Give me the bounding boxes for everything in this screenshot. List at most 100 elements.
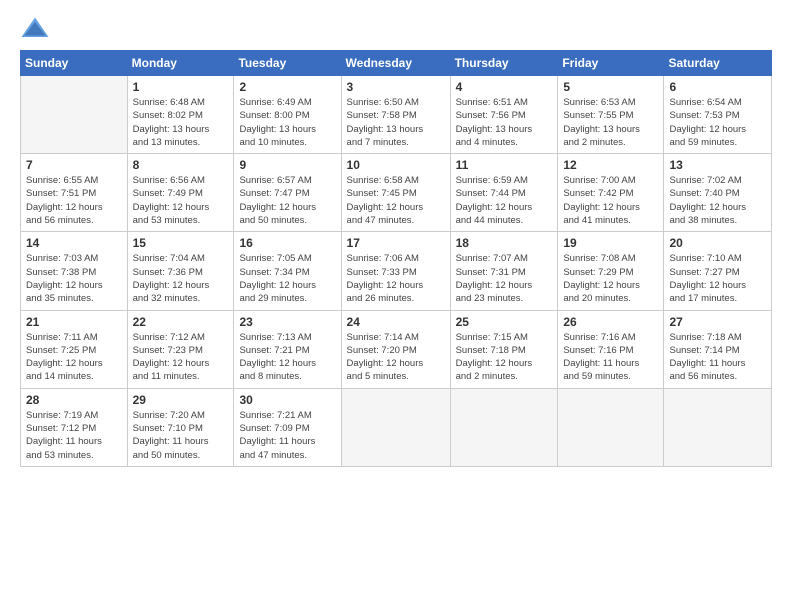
day-info: Sunrise: 6:57 AM Sunset: 7:47 PM Dayligh… <box>239 174 335 227</box>
calendar-cell: 7 Sunrise: 6:55 AM Sunset: 7:51 PM Daylig… <box>21 154 128 232</box>
calendar-week-5: 28 Sunrise: 7:19 AM Sunset: 7:12 PM Dayli… <box>21 388 772 466</box>
calendar-cell: 23 Sunrise: 7:13 AM Sunset: 7:21 PM Dayli… <box>234 310 341 388</box>
calendar-cell: 22 Sunrise: 7:12 AM Sunset: 7:23 PM Dayli… <box>127 310 234 388</box>
calendar-header-saturday: Saturday <box>664 51 772 76</box>
calendar-cell: 5 Sunrise: 6:53 AM Sunset: 7:55 PM Daylig… <box>558 76 664 154</box>
calendar-cell: 2 Sunrise: 6:49 AM Sunset: 8:00 PM Daylig… <box>234 76 341 154</box>
logo <box>20 16 54 40</box>
day-number: 14 <box>26 236 122 250</box>
calendar-cell: 28 Sunrise: 7:19 AM Sunset: 7:12 PM Dayli… <box>21 388 128 466</box>
day-number: 15 <box>133 236 229 250</box>
day-info: Sunrise: 6:55 AM Sunset: 7:51 PM Dayligh… <box>26 174 122 227</box>
day-number: 30 <box>239 393 335 407</box>
calendar-cell <box>664 388 772 466</box>
day-info: Sunrise: 6:59 AM Sunset: 7:44 PM Dayligh… <box>456 174 553 227</box>
day-number: 25 <box>456 315 553 329</box>
day-info: Sunrise: 7:14 AM Sunset: 7:20 PM Dayligh… <box>347 331 445 384</box>
calendar-header-monday: Monday <box>127 51 234 76</box>
day-number: 19 <box>563 236 658 250</box>
calendar-cell: 21 Sunrise: 7:11 AM Sunset: 7:25 PM Dayli… <box>21 310 128 388</box>
calendar-cell: 18 Sunrise: 7:07 AM Sunset: 7:31 PM Dayli… <box>450 232 558 310</box>
day-info: Sunrise: 7:12 AM Sunset: 7:23 PM Dayligh… <box>133 331 229 384</box>
day-info: Sunrise: 7:15 AM Sunset: 7:18 PM Dayligh… <box>456 331 553 384</box>
day-number: 2 <box>239 80 335 94</box>
day-info: Sunrise: 7:11 AM Sunset: 7:25 PM Dayligh… <box>26 331 122 384</box>
day-info: Sunrise: 7:07 AM Sunset: 7:31 PM Dayligh… <box>456 252 553 305</box>
day-info: Sunrise: 6:53 AM Sunset: 7:55 PM Dayligh… <box>563 96 658 149</box>
day-info: Sunrise: 7:08 AM Sunset: 7:29 PM Dayligh… <box>563 252 658 305</box>
day-info: Sunrise: 6:54 AM Sunset: 7:53 PM Dayligh… <box>669 96 766 149</box>
day-number: 8 <box>133 158 229 172</box>
calendar-cell <box>558 388 664 466</box>
day-number: 12 <box>563 158 658 172</box>
calendar-cell: 11 Sunrise: 6:59 AM Sunset: 7:44 PM Dayli… <box>450 154 558 232</box>
day-number: 5 <box>563 80 658 94</box>
day-number: 16 <box>239 236 335 250</box>
calendar-cell: 8 Sunrise: 6:56 AM Sunset: 7:49 PM Daylig… <box>127 154 234 232</box>
day-number: 28 <box>26 393 122 407</box>
calendar-header-thursday: Thursday <box>450 51 558 76</box>
calendar-week-3: 14 Sunrise: 7:03 AM Sunset: 7:38 PM Dayli… <box>21 232 772 310</box>
calendar-week-4: 21 Sunrise: 7:11 AM Sunset: 7:25 PM Dayli… <box>21 310 772 388</box>
day-info: Sunrise: 6:51 AM Sunset: 7:56 PM Dayligh… <box>456 96 553 149</box>
day-info: Sunrise: 7:19 AM Sunset: 7:12 PM Dayligh… <box>26 409 122 462</box>
day-number: 29 <box>133 393 229 407</box>
header <box>20 16 772 40</box>
calendar-cell: 4Sunrise: 6:51 AM Sunset: 7:56 PM Daylig… <box>450 76 558 154</box>
calendar-cell <box>341 388 450 466</box>
calendar-week-1: 1Sunrise: 6:48 AM Sunset: 8:02 PM Daylig… <box>21 76 772 154</box>
day-number: 17 <box>347 236 445 250</box>
day-info: Sunrise: 7:21 AM Sunset: 7:09 PM Dayligh… <box>239 409 335 462</box>
day-number: 23 <box>239 315 335 329</box>
day-info: Sunrise: 7:06 AM Sunset: 7:33 PM Dayligh… <box>347 252 445 305</box>
day-number: 11 <box>456 158 553 172</box>
day-info: Sunrise: 7:16 AM Sunset: 7:16 PM Dayligh… <box>563 331 658 384</box>
day-info: Sunrise: 6:58 AM Sunset: 7:45 PM Dayligh… <box>347 174 445 227</box>
day-number: 26 <box>563 315 658 329</box>
day-number: 18 <box>456 236 553 250</box>
day-number: 27 <box>669 315 766 329</box>
calendar-cell: 3 Sunrise: 6:50 AM Sunset: 7:58 PM Daylig… <box>341 76 450 154</box>
calendar-header-sunday: Sunday <box>21 51 128 76</box>
calendar-cell: 24 Sunrise: 7:14 AM Sunset: 7:20 PM Dayli… <box>341 310 450 388</box>
calendar-cell <box>450 388 558 466</box>
day-number: 9 <box>239 158 335 172</box>
day-number: 13 <box>669 158 766 172</box>
day-info: Sunrise: 6:50 AM Sunset: 7:58 PM Dayligh… <box>347 96 445 149</box>
calendar-cell: 10Sunrise: 6:58 AM Sunset: 7:45 PM Dayli… <box>341 154 450 232</box>
calendar-header-wednesday: Wednesday <box>341 51 450 76</box>
day-info: Sunrise: 7:05 AM Sunset: 7:34 PM Dayligh… <box>239 252 335 305</box>
calendar-cell: 12 Sunrise: 7:00 AM Sunset: 7:42 PM Dayli… <box>558 154 664 232</box>
calendar-cell: 26 Sunrise: 7:16 AM Sunset: 7:16 PM Dayli… <box>558 310 664 388</box>
day-number: 3 <box>347 80 445 94</box>
day-number: 1 <box>133 80 229 94</box>
logo-icon <box>20 16 50 40</box>
calendar-cell: 16 Sunrise: 7:05 AM Sunset: 7:34 PM Dayli… <box>234 232 341 310</box>
day-number: 22 <box>133 315 229 329</box>
calendar-header-tuesday: Tuesday <box>234 51 341 76</box>
day-number: 20 <box>669 236 766 250</box>
calendar-table: SundayMondayTuesdayWednesdayThursdayFrid… <box>20 50 772 467</box>
day-number: 21 <box>26 315 122 329</box>
day-info: Sunrise: 7:03 AM Sunset: 7:38 PM Dayligh… <box>26 252 122 305</box>
calendar-cell <box>21 76 128 154</box>
calendar-cell: 19 Sunrise: 7:08 AM Sunset: 7:29 PM Dayli… <box>558 232 664 310</box>
calendar-cell: 20 Sunrise: 7:10 AM Sunset: 7:27 PM Dayli… <box>664 232 772 310</box>
calendar-week-2: 7 Sunrise: 6:55 AM Sunset: 7:51 PM Daylig… <box>21 154 772 232</box>
calendar-header-friday: Friday <box>558 51 664 76</box>
day-info: Sunrise: 6:49 AM Sunset: 8:00 PM Dayligh… <box>239 96 335 149</box>
day-number: 24 <box>347 315 445 329</box>
day-number: 7 <box>26 158 122 172</box>
calendar-cell: 30 Sunrise: 7:21 AM Sunset: 7:09 PM Dayli… <box>234 388 341 466</box>
calendar-cell: 1Sunrise: 6:48 AM Sunset: 8:02 PM Daylig… <box>127 76 234 154</box>
calendar-cell: 25 Sunrise: 7:15 AM Sunset: 7:18 PM Dayli… <box>450 310 558 388</box>
day-info: Sunrise: 7:10 AM Sunset: 7:27 PM Dayligh… <box>669 252 766 305</box>
day-info: Sunrise: 7:18 AM Sunset: 7:14 PM Dayligh… <box>669 331 766 384</box>
calendar-cell: 17 Sunrise: 7:06 AM Sunset: 7:33 PM Dayli… <box>341 232 450 310</box>
calendar-cell: 27 Sunrise: 7:18 AM Sunset: 7:14 PM Dayli… <box>664 310 772 388</box>
day-info: Sunrise: 7:02 AM Sunset: 7:40 PM Dayligh… <box>669 174 766 227</box>
day-info: Sunrise: 6:56 AM Sunset: 7:49 PM Dayligh… <box>133 174 229 227</box>
calendar-cell: 9 Sunrise: 6:57 AM Sunset: 7:47 PM Daylig… <box>234 154 341 232</box>
day-info: Sunrise: 7:00 AM Sunset: 7:42 PM Dayligh… <box>563 174 658 227</box>
day-info: Sunrise: 7:13 AM Sunset: 7:21 PM Dayligh… <box>239 331 335 384</box>
